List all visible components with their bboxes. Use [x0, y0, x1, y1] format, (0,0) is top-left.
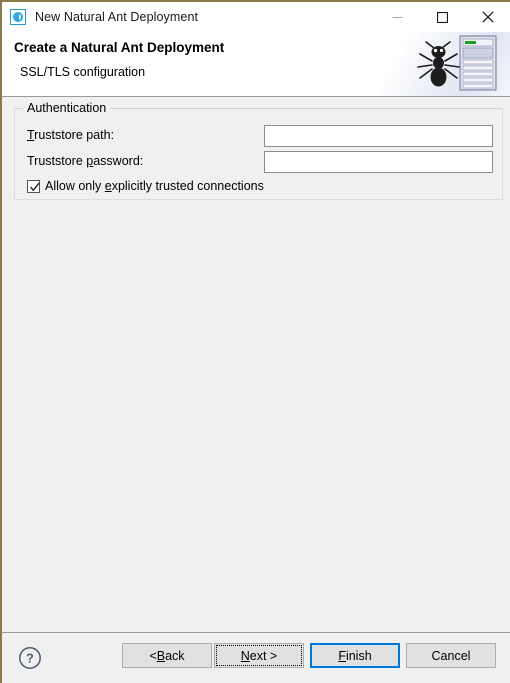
minimize-icon	[392, 16, 403, 18]
button-label: ext >	[249, 648, 278, 663]
ant-and-server-banner-icon	[370, 32, 510, 96]
dialog-button-bar: ? < Back Next > Finish Cancel	[2, 632, 510, 683]
truststore-path-row: Truststore path:	[15, 125, 502, 147]
truststore-password-input[interactable]	[264, 151, 493, 173]
button-label: ack	[165, 648, 185, 663]
mnemonic-char: F	[338, 648, 346, 663]
help-icon: ?	[19, 647, 41, 669]
title-bar[interactable]: New Natural Ant Deployment	[2, 2, 510, 32]
natural-logo-icon	[10, 9, 26, 25]
dialog-window: New Natural Ant Deployment Create a Natu…	[0, 0, 510, 683]
mnemonic-char: e	[104, 179, 112, 193]
truststore-path-label: Truststore path:	[27, 128, 114, 142]
button-label: Cancel	[431, 648, 471, 663]
back-button[interactable]: < Back	[122, 643, 212, 668]
help-button[interactable]: ?	[18, 646, 42, 673]
truststore-path-input[interactable]	[264, 125, 493, 147]
close-button[interactable]	[465, 2, 510, 32]
mnemonic-char: B	[156, 648, 166, 663]
page-subtitle: SSL/TLS configuration	[20, 65, 146, 79]
checkbox-box[interactable]	[27, 179, 40, 193]
maximize-button[interactable]	[420, 2, 465, 32]
button-label: inish	[345, 648, 372, 663]
checkbox-label: Allow only explicitly trusted connection…	[45, 179, 264, 193]
finish-button[interactable]: Finish	[310, 643, 400, 668]
page-title: Create a Natural Ant Deployment	[14, 40, 225, 55]
minimize-button[interactable]	[375, 2, 420, 32]
truststore-password-label: Truststore password:	[27, 154, 143, 168]
wizard-content: Authentication Truststore path: Truststo…	[2, 97, 510, 632]
label-text: assword:	[93, 154, 144, 168]
group-legend: Authentication	[23, 101, 111, 115]
label-text: xplicitly trusted connections	[111, 179, 264, 193]
maximize-icon	[437, 11, 448, 23]
next-button[interactable]: Next >	[214, 643, 304, 668]
label-text-pre: Truststore	[27, 154, 87, 168]
cancel-button[interactable]: Cancel	[406, 643, 496, 668]
mnemonic-char: N	[240, 648, 250, 663]
svg-text:?: ?	[26, 652, 34, 666]
window-controls	[375, 2, 510, 32]
wizard-header: Create a Natural Ant Deployment SSL/TLS …	[2, 32, 510, 97]
label-text-pre: Allow only	[45, 179, 105, 193]
close-icon	[481, 11, 494, 23]
button-label-pre: <	[149, 648, 157, 663]
checkmark-icon	[29, 182, 40, 192]
label-text: ruststore path:	[34, 128, 115, 142]
authentication-group: Authentication Truststore path: Truststo…	[14, 101, 503, 200]
window-title: New Natural Ant Deployment	[35, 10, 199, 24]
allow-trusted-connections-checkbox[interactable]: Allow only explicitly trusted connection…	[27, 179, 264, 193]
truststore-password-row: Truststore password:	[15, 151, 502, 173]
